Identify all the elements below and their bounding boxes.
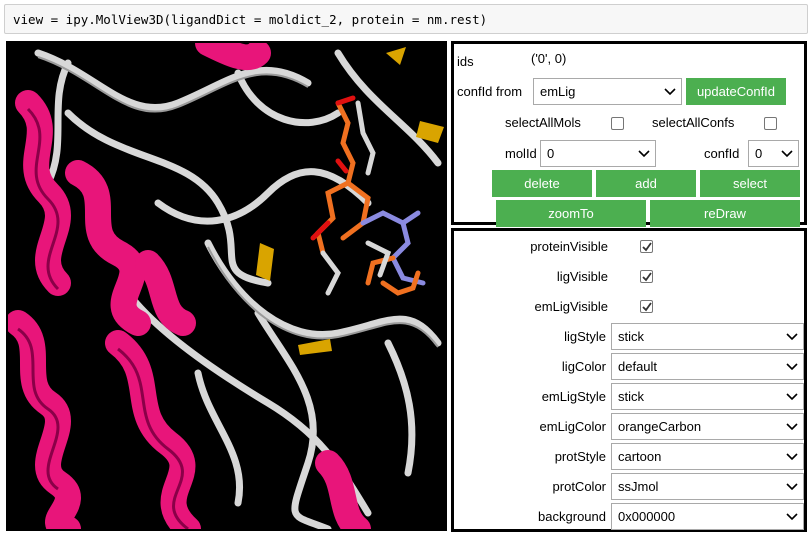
conf-id-select[interactable]: 0 [748,140,799,167]
prot-style-label: protStyle [554,449,606,464]
redraw-button[interactable]: reDraw [650,200,800,227]
zoom-to-button[interactable]: zoomTo [496,200,646,227]
mol-id-label: molId [505,146,537,161]
protein-visible-label: proteinVisible [530,239,608,254]
chevron-down-icon [786,363,798,371]
ids-value: ('0', 0) [531,51,567,66]
lig-color-select[interactable]: default [611,353,804,380]
chevron-down-icon [786,333,798,341]
lig-style-label: ligStyle [564,329,606,344]
prot-color-value: ssJmol [618,479,659,494]
conf-id-value: 0 [755,146,763,161]
lig-color-label: ligColor [561,359,606,374]
code-cell[interactable]: view = ipy.MolView3D(ligandDict = moldic… [4,4,808,34]
chevron-down-icon [786,423,798,431]
check-icon [642,272,652,282]
add-button[interactable]: add [596,170,696,197]
lig-style-value: stick [618,329,644,344]
delete-button[interactable]: delete [492,170,592,197]
confid-from-select[interactable]: emLig [533,78,682,105]
check-icon [642,242,652,252]
select-all-mols-label: selectAllMols [505,115,581,130]
mol-id-value: 0 [547,146,555,161]
protein-visible-checkbox[interactable] [640,240,653,253]
em-lig-style-select[interactable]: stick [611,383,804,410]
select-all-confs-checkbox[interactable] [764,117,777,130]
prot-style-select[interactable]: cartoon [611,443,804,470]
chevron-down-icon [638,150,650,158]
em-lig-visible-label: emLigVisible [534,299,608,314]
lig-visible-label: ligVisible [556,269,608,284]
protein-render [8,43,445,529]
lig-style-select[interactable]: stick [611,323,804,350]
conf-id-label: confId [704,146,740,161]
em-lig-style-value: stick [618,389,644,404]
select-button[interactable]: select [700,170,800,197]
display-settings-panel: proteinVisible ligVisible emLigVisible l… [451,228,807,532]
lig-visible-checkbox[interactable] [640,270,653,283]
chevron-down-icon [786,453,798,461]
confid-from-value: emLig [540,84,576,99]
prot-color-label: protColor [552,479,606,494]
update-confid-button[interactable]: updateConfId [686,78,786,105]
control-panel: ids ('0', 0) confId from emLig updateCon… [451,41,807,227]
prot-style-value: cartoon [618,449,662,464]
mol-id-select[interactable]: 0 [540,140,656,167]
prot-color-select[interactable]: ssJmol [611,473,804,500]
chevron-down-icon [786,393,798,401]
background-label: background [538,509,606,524]
em-lig-color-label: emLigColor [539,419,606,434]
chevron-down-icon [786,483,798,491]
background-select[interactable]: 0x000000 [611,503,804,530]
lig-color-value: default [618,359,658,374]
background-value: 0x000000 [618,509,676,524]
ids-label: ids [457,54,474,69]
chevron-down-icon [786,513,798,521]
select-all-confs-label: selectAllConfs [652,115,735,130]
molecule-viewer[interactable] [6,41,447,531]
check-icon [642,302,652,312]
chevron-down-icon [664,88,676,96]
confid-from-label: confId from [457,84,523,99]
em-lig-color-value: orangeCarbon [618,419,702,434]
select-all-mols-checkbox[interactable] [611,117,624,130]
chevron-down-icon [781,150,793,158]
em-lig-color-select[interactable]: orangeCarbon [611,413,804,440]
em-lig-visible-checkbox[interactable] [640,300,653,313]
em-lig-style-label: emLigStyle [541,389,606,404]
